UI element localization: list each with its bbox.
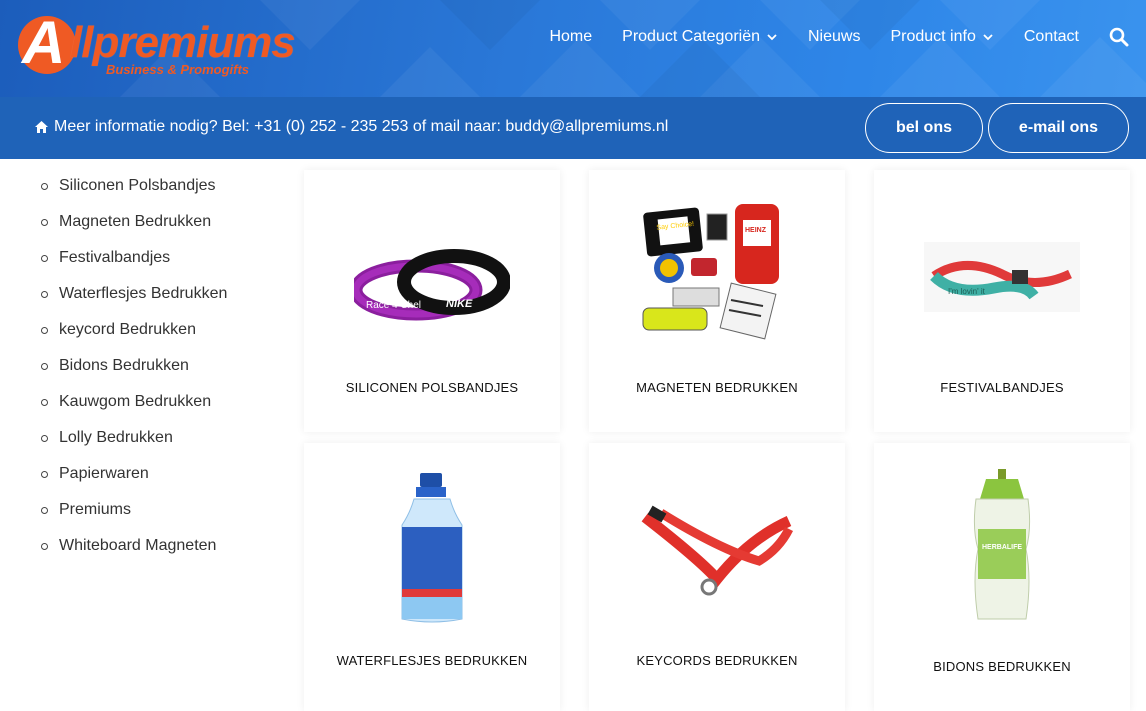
main-nav: Home Product Categoriën Nieuws Product i… <box>519 26 1146 48</box>
product-card[interactable]: Say Choice! HEINZ MAGNETEN BEDRUKKEN <box>589 170 845 432</box>
home-icon <box>35 121 48 133</box>
category-label: Papierwaren <box>59 465 149 482</box>
bel-ons-button[interactable]: bel ons <box>865 103 983 153</box>
category-label: Kauwgom Bedrukken <box>59 393 212 410</box>
wristband-text: NIKE <box>446 298 473 310</box>
bullet-icon <box>41 255 48 262</box>
product-title: BIDONS BEDRUKKEN <box>933 659 1071 674</box>
category-item[interactable]: Festivalbandjes <box>0 248 290 284</box>
magnet-text: HEINZ <box>745 227 767 234</box>
keycord-text: IKEA <box>713 526 730 533</box>
nav-item-contact[interactable]: Contact <box>1024 28 1079 46</box>
contact-info-bar: Meer informatie nodig? Bel: +31 (0) 252 … <box>0 97 1146 159</box>
product-card[interactable]: HERBALIFE BIDONS BEDRUKKEN <box>874 443 1130 711</box>
category-label: Bidons Bedrukken <box>59 357 189 374</box>
logo-wordmark: llpremiums <box>70 18 296 67</box>
brand-logo[interactable]: A llpremiums Business & Promogifts <box>18 9 308 80</box>
category-label: Lolly Bedrukken <box>59 429 173 446</box>
nav-label: Product info <box>890 28 976 45</box>
product-card[interactable]: Race 4 Chel NIKE SILICONEN POLSBANDJES <box>304 170 560 432</box>
nav-label: Home <box>549 28 593 45</box>
magnets-image: Say Choice! HEINZ <box>642 204 779 340</box>
logo-tagline: Business & Promogifts <box>106 62 250 77</box>
product-card[interactable]: IKEA KEYCORDS BEDRUKKEN <box>589 443 845 711</box>
site-header: A llpremiums Business & Promogifts Home … <box>0 0 1146 97</box>
silicone-wristbands-image: Race 4 Chel NIKE <box>354 249 510 321</box>
product-title: KEYCORDS BEDRUKKEN <box>636 653 798 668</box>
category-label: Festivalbandjes <box>59 249 171 266</box>
email-ons-button[interactable]: e-mail ons <box>988 103 1129 153</box>
category-item[interactable]: Bidons Bedrukken <box>0 356 290 392</box>
bullet-icon <box>41 183 48 190</box>
search-icon[interactable] <box>1109 27 1129 47</box>
product-title: FESTIVALBANDJES <box>940 380 1064 395</box>
category-sidebar: Siliconen Polsbandjes Magneten Bedrukken… <box>0 159 290 572</box>
nav-label: Nieuws <box>808 28 861 45</box>
nav-item-nieuws[interactable]: Nieuws <box>808 28 860 46</box>
category-list: Siliconen Polsbandjes Magneten Bedrukken… <box>0 159 290 572</box>
contact-info-text: Meer informatie nodig? Bel: +31 (0) 252 … <box>54 118 669 135</box>
product-card[interactable]: I'm lovin' it FESTIVALBANDJES <box>874 170 1130 432</box>
nav-label: Contact <box>1023 28 1079 45</box>
product-card[interactable]: WATERFLESJES BEDRUKKEN <box>304 443 560 711</box>
category-label: Waterflesjes Bedrukken <box>59 285 228 302</box>
category-item[interactable]: keycord Bedrukken <box>0 320 290 356</box>
nav-item-product-info[interactable]: Product info <box>890 28 993 46</box>
wristband-text: Race 4 Chel <box>366 300 421 311</box>
category-item[interactable]: Waterflesjes Bedrukken <box>0 284 290 320</box>
bullet-icon <box>41 543 48 550</box>
water-bottle-image <box>401 473 463 623</box>
product-title: MAGNETEN BEDRUKKEN <box>636 380 798 395</box>
logo-letter: A <box>22 9 65 76</box>
bullet-icon <box>41 471 48 478</box>
category-item[interactable]: Siliconen Polsbandjes <box>0 176 290 212</box>
category-item[interactable]: Magneten Bedrukken <box>0 212 290 248</box>
category-label: keycord Bedrukken <box>59 321 196 338</box>
bullet-icon <box>41 291 48 298</box>
category-item[interactable]: Lolly Bedrukken <box>0 428 290 464</box>
category-label: Siliconen Polsbandjes <box>59 177 216 194</box>
bullet-icon <box>41 327 48 334</box>
bullet-icon <box>41 363 48 370</box>
chevron-down-icon <box>983 34 993 41</box>
sports-bidon-image: HERBALIFE <box>973 469 1031 620</box>
contact-info: Meer informatie nodig? Bel: +31 (0) 252 … <box>34 118 668 136</box>
chevron-down-icon <box>767 34 777 41</box>
bidon-text: HERBALIFE <box>982 544 1022 551</box>
category-item[interactable]: Premiums <box>0 500 290 536</box>
bullet-icon <box>41 507 48 514</box>
nav-item-product-categories[interactable]: Product Categoriën <box>622 28 778 46</box>
keycord-lanyard-image: IKEA <box>641 505 794 596</box>
category-label: Whiteboard Magneten <box>59 537 217 554</box>
category-item[interactable]: Papierwaren <box>0 464 290 500</box>
bullet-icon <box>41 435 48 442</box>
category-label: Premiums <box>59 501 132 518</box>
product-title: WATERFLESJES BEDRUKKEN <box>336 653 528 668</box>
product-title: SILICONEN POLSBANDJES <box>345 380 519 395</box>
category-label: Magneten Bedrukken <box>59 213 212 230</box>
nav-item-home[interactable]: Home <box>549 28 592 46</box>
nav-label: Product Categoriën <box>622 28 760 45</box>
festival-wristband-image: I'm lovin' it <box>924 242 1080 312</box>
festival-text: I'm lovin' it <box>948 287 986 296</box>
bullet-icon <box>41 399 48 406</box>
category-item[interactable]: Whiteboard Magneten <box>0 536 290 572</box>
bullet-icon <box>41 219 48 226</box>
category-item[interactable]: Kauwgom Bedrukken <box>0 392 290 428</box>
